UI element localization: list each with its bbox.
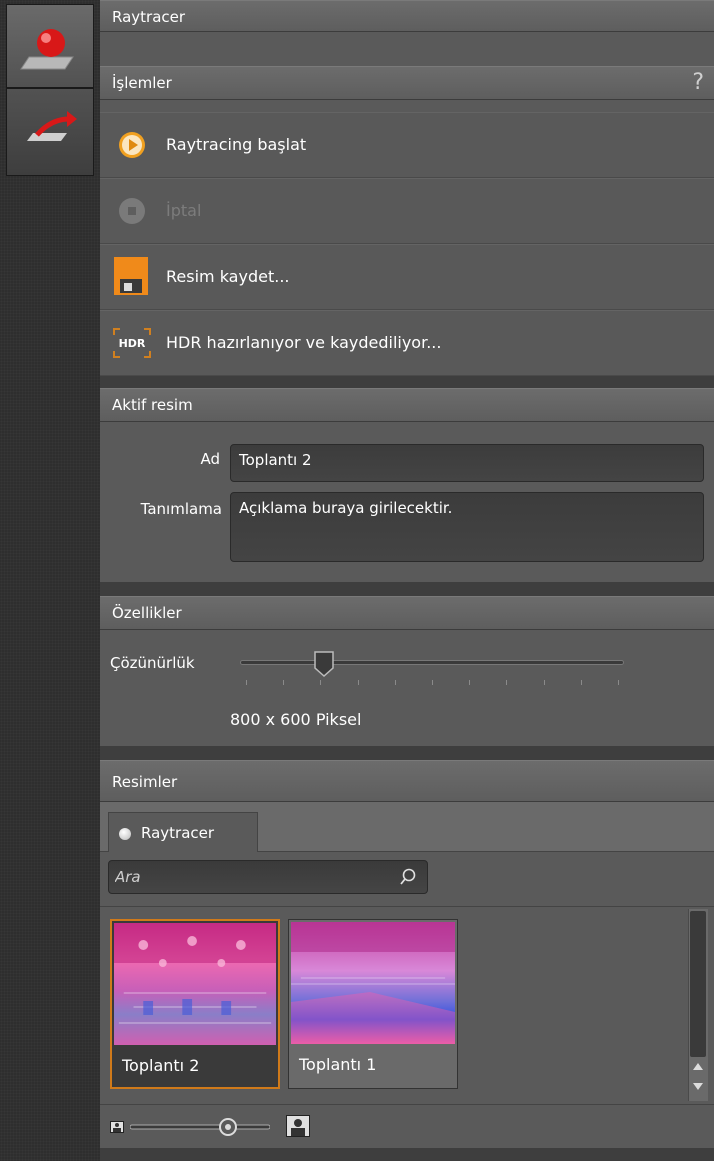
search-icon[interactable] [399, 868, 417, 886]
slider-tick [469, 680, 471, 685]
slider-tick [543, 680, 545, 685]
cancel-label: İptal [166, 201, 202, 220]
cancel-button[interactable]: İptal [100, 178, 714, 244]
thumbnail-zoom-bar [100, 1104, 714, 1148]
save-icon [114, 257, 148, 295]
thumbnail-toplanti-1[interactable]: Toplantı 1 [288, 919, 458, 1089]
left-tool-strip [0, 0, 100, 1161]
tab-raytracer-images[interactable]: Raytracer [108, 812, 258, 853]
section-divider [100, 582, 714, 596]
properties-section: Çözünürlük 800 x 600 Piksel [100, 630, 714, 746]
scroll-down-icon[interactable] [690, 1077, 706, 1097]
properties-header-label: Özellikler [112, 604, 182, 622]
slider-tick [506, 680, 508, 685]
images-header[interactable]: Resimler [100, 760, 714, 802]
thumbnail-image [114, 923, 276, 1045]
conference-room-render [114, 923, 276, 1024]
help-icon[interactable]: ? [692, 67, 704, 99]
name-field[interactable]: Toplantı 2 [230, 444, 704, 482]
resolution-unit: Piksel [315, 710, 362, 729]
properties-header[interactable]: Özellikler [100, 596, 714, 630]
search-box[interactable] [108, 860, 428, 894]
scrollbar-thumb[interactable] [690, 911, 706, 1057]
images-header-label: Resimler [112, 773, 178, 791]
section-divider [100, 746, 714, 760]
slider-track [240, 660, 624, 665]
export-arrow-icon [27, 111, 77, 141]
resolution-slider[interactable] [240, 648, 626, 698]
search-input[interactable] [115, 865, 385, 889]
save-image-label: Resim kaydet... [166, 267, 290, 286]
play-icon [119, 132, 145, 158]
svg-text:HDR: HDR [119, 337, 146, 350]
description-label: Tanımlama [140, 500, 222, 518]
description-field[interactable]: Açıklama buraya girilecektir. [230, 492, 704, 562]
zoom-slider[interactable] [130, 1117, 270, 1137]
resolution-value: 800 x 600 [230, 710, 311, 729]
stop-icon [119, 198, 145, 224]
image-gallery: Toplantı 2 Toplantı 1 [100, 906, 714, 1103]
gallery-scrollbar[interactable] [682, 907, 714, 1103]
slider-tick [246, 680, 247, 685]
section-divider [100, 376, 714, 388]
thumbnail-caption: Toplantı 2 [122, 1056, 200, 1075]
slider-tick [320, 680, 322, 685]
hdr-save-label: HDR hazırlanıyor ve kaydediliyor... [166, 333, 442, 352]
slider-tick [357, 680, 359, 685]
slider-tick [580, 680, 582, 685]
resolution-label: Çözünürlük [110, 654, 195, 672]
hdr-icon: HDR [113, 328, 151, 358]
save-image-button[interactable]: Resim kaydet... [100, 244, 714, 310]
scroll-up-icon[interactable] [690, 1057, 706, 1077]
thumbnail-image [291, 922, 455, 1044]
raytracer-panel: Raytracer İşlemler ? Raytracing başlat İ… [100, 0, 714, 1161]
slider-tick [432, 680, 433, 685]
tab-raytracer-label: Raytracer [141, 824, 215, 842]
name-value: Toplantı 2 [239, 451, 312, 469]
slider-tick [283, 680, 285, 685]
raytracer-sphere-icon [20, 29, 74, 70]
panel-title-text: Raytracer [112, 8, 186, 26]
thumbnail-toplanti-2[interactable]: Toplantı 2 [110, 919, 280, 1089]
actions-header[interactable]: İşlemler ? [100, 66, 714, 100]
raytracer-dot-icon [119, 828, 131, 840]
description-value: Açıklama buraya girilecektir. [239, 499, 453, 517]
hdr-save-button[interactable]: HDR HDR hazırlanıyor ve kaydediliyor... [100, 310, 714, 376]
panel-title: Raytracer [100, 0, 714, 32]
images-tabbar: Raytracer [100, 808, 714, 853]
large-thumbnail-icon[interactable] [286, 1115, 310, 1137]
thumbnail-caption: Toplantı 1 [299, 1055, 377, 1074]
start-raytracing-label: Raytracing başlat [166, 135, 307, 154]
panel-bottom-edge [100, 1148, 714, 1161]
active-image-header-label: Aktif resim [112, 396, 193, 414]
slider-tick [394, 680, 396, 685]
slider-thumb[interactable] [313, 650, 335, 678]
small-thumbnail-icon[interactable] [110, 1121, 124, 1133]
actions-header-label: İşlemler [112, 74, 172, 92]
export-tab[interactable] [6, 88, 94, 176]
raytracer-tab[interactable] [6, 4, 94, 88]
active-image-section: Ad Toplantı 2 Tanımlama Açıklama buraya … [100, 422, 714, 582]
resolution-readout: 800 x 600 Piksel [230, 710, 361, 729]
conference-room-render [291, 922, 455, 1044]
slider-tick [618, 680, 619, 685]
start-raytracing-button[interactable]: Raytracing başlat [100, 112, 714, 178]
name-label: Ad [200, 450, 220, 468]
active-image-header[interactable]: Aktif resim [100, 388, 714, 422]
